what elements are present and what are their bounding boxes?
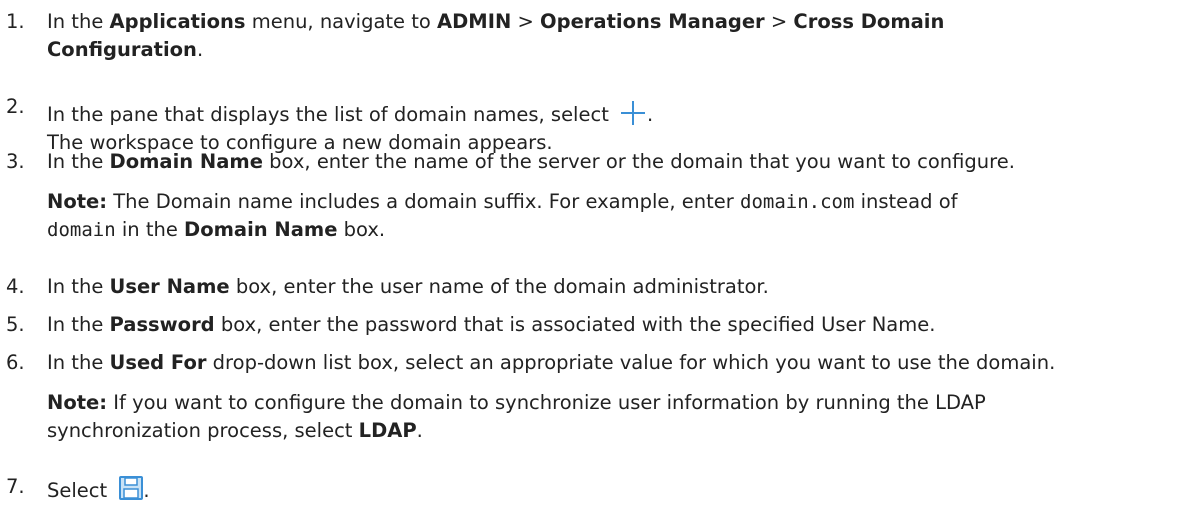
code-domain-com: domain.com — [740, 191, 855, 213]
ui-term-domain-name: Domain Name — [109, 150, 263, 173]
text: instead of — [854, 190, 958, 213]
ui-term-applications: Applications — [109, 10, 246, 33]
text: In the — [47, 150, 110, 173]
step-text: In the Password box, enter the password … — [47, 311, 1195, 339]
text: box, enter the user name of the domain a… — [229, 275, 769, 298]
code-domain: domain — [47, 219, 116, 241]
text: drop-down list box, select an appropriat… — [206, 351, 1056, 374]
note: Note: The Domain name includes a domain … — [47, 188, 1195, 216]
text: synchronization process, select — [47, 419, 359, 442]
text: In the — [47, 10, 110, 33]
text: in the — [115, 218, 185, 241]
ui-term-used-for: Used For — [109, 351, 207, 374]
step-text: In the Used For drop-down list box, sele… — [47, 349, 1195, 445]
text: . — [196, 38, 204, 61]
ui-term-domain-name: Domain Name — [184, 218, 338, 241]
separator: > — [764, 10, 794, 33]
step-number: 7. — [6, 475, 25, 498]
ui-term-password: Password — [109, 313, 215, 336]
text: . — [416, 419, 423, 442]
text: In the — [47, 313, 110, 336]
text: . — [647, 103, 654, 126]
text: In the — [47, 275, 110, 298]
note-label: Note: — [47, 190, 108, 213]
ui-term-user-name: User Name — [109, 275, 230, 298]
step-number: 1. — [6, 10, 25, 33]
text: box, enter the name of the server or the… — [262, 150, 1015, 173]
save-icon — [119, 476, 144, 500]
note-label: Note: — [47, 391, 108, 414]
text: box. — [337, 218, 386, 241]
ui-term-configuration: Configuration — [47, 38, 197, 61]
text: In the — [47, 351, 110, 374]
separator: > — [511, 10, 541, 33]
text: . — [143, 479, 150, 502]
ui-term-admin: ADMIN — [437, 10, 512, 33]
ui-term-operations-manager: Operations Manager — [540, 10, 765, 33]
step-number: 4. — [6, 275, 25, 298]
step-text: In the Domain Name box, enter the name o… — [47, 148, 1195, 244]
ui-term-cross-domain: Cross Domain — [793, 10, 945, 33]
text: The Domain name includes a domain suffix… — [107, 190, 740, 213]
step-number: 2. — [6, 95, 25, 118]
plus-icon — [619, 99, 647, 127]
text: Select — [47, 479, 114, 502]
text: In the pane that displays the list of do… — [47, 103, 616, 126]
step-text: In the User Name box, enter the user nam… — [47, 273, 1195, 301]
step-number: 5. — [6, 313, 25, 336]
note-continued: domain in the Domain Name box. — [47, 216, 1195, 244]
step-number: 6. — [6, 351, 25, 374]
text: If you want to configure the domain to s… — [107, 391, 986, 414]
step-number: 3. — [6, 150, 25, 173]
text: menu, navigate to — [245, 10, 438, 33]
text: box, enter the password that is associat… — [214, 313, 936, 336]
step-text: Select . — [47, 473, 1195, 505]
note-continued: synchronization process, select LDAP. — [47, 417, 1195, 445]
step-text: In the Applications menu, navigate to AD… — [47, 8, 1195, 64]
note: Note: If you want to configure the domai… — [47, 389, 1195, 417]
ui-term-ldap: LDAP — [358, 419, 417, 442]
